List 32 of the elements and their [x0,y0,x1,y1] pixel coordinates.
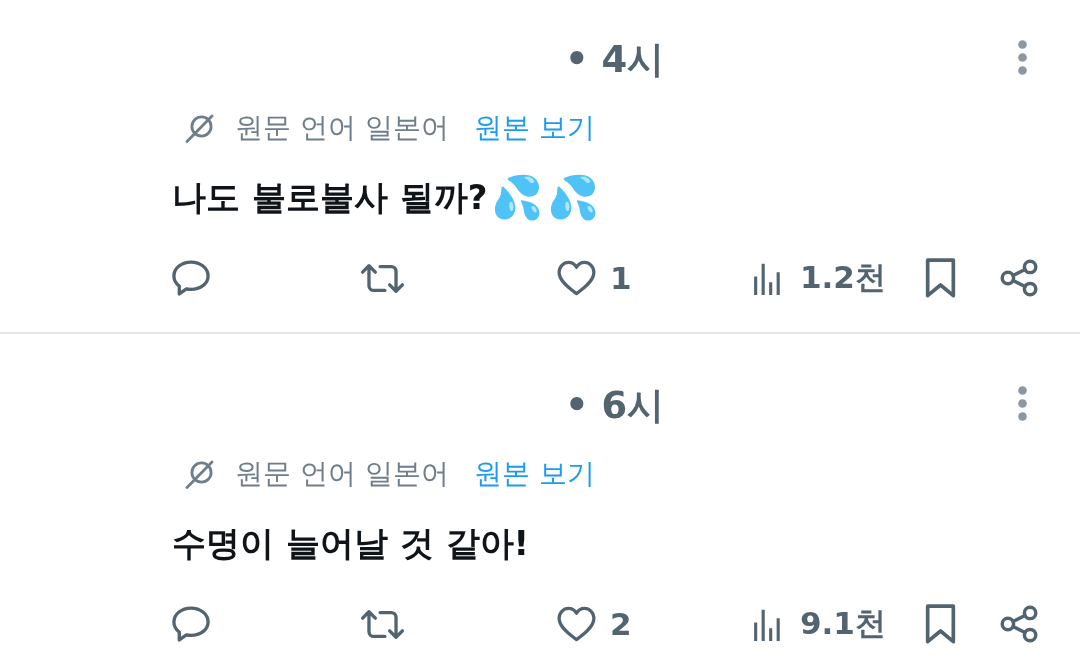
timestamp-link[interactable]: • 6시 [565,382,665,430]
like-button[interactable]: 2 [557,606,632,642]
more-button[interactable] [1018,386,1027,421]
slashed-circle-icon [185,459,215,489]
vertical-dots-icon [1018,386,1027,421]
views-button[interactable]: 1.2천 [752,257,886,299]
like-button[interactable]: 1 [557,260,632,296]
slashed-circle-icon [185,113,215,143]
bookmark-button[interactable] [925,258,956,298]
reply-button[interactable] [172,606,210,642]
views-button[interactable]: 9.1천 [752,603,886,645]
reply-button[interactable] [172,260,210,296]
translation-note: 원문 언어 일본어 [235,110,449,146]
post-text: 수명이 늘어날 것 같아! [172,522,530,565]
bar-chart-icon [752,607,782,641]
share-icon [1000,605,1038,643]
timestamp-link[interactable]: • 4시 [565,36,665,84]
bookmark-button[interactable] [925,604,956,644]
heart-icon [557,260,596,296]
bar-chart-icon [752,261,782,295]
bookmark-icon [925,604,956,644]
speech-bubble-icon [172,606,210,642]
heart-icon [557,606,596,642]
post-text: 나도 불로불사 될까? [172,176,488,219]
share-button[interactable] [1000,605,1038,643]
share-icon [1000,259,1038,297]
bookmark-icon [925,258,956,298]
more-button[interactable] [1018,40,1027,75]
speech-bubble-icon [172,260,210,296]
vertical-dots-icon [1018,40,1027,75]
translation-note: 원문 언어 일본어 [235,456,449,492]
share-button[interactable] [1000,259,1038,297]
